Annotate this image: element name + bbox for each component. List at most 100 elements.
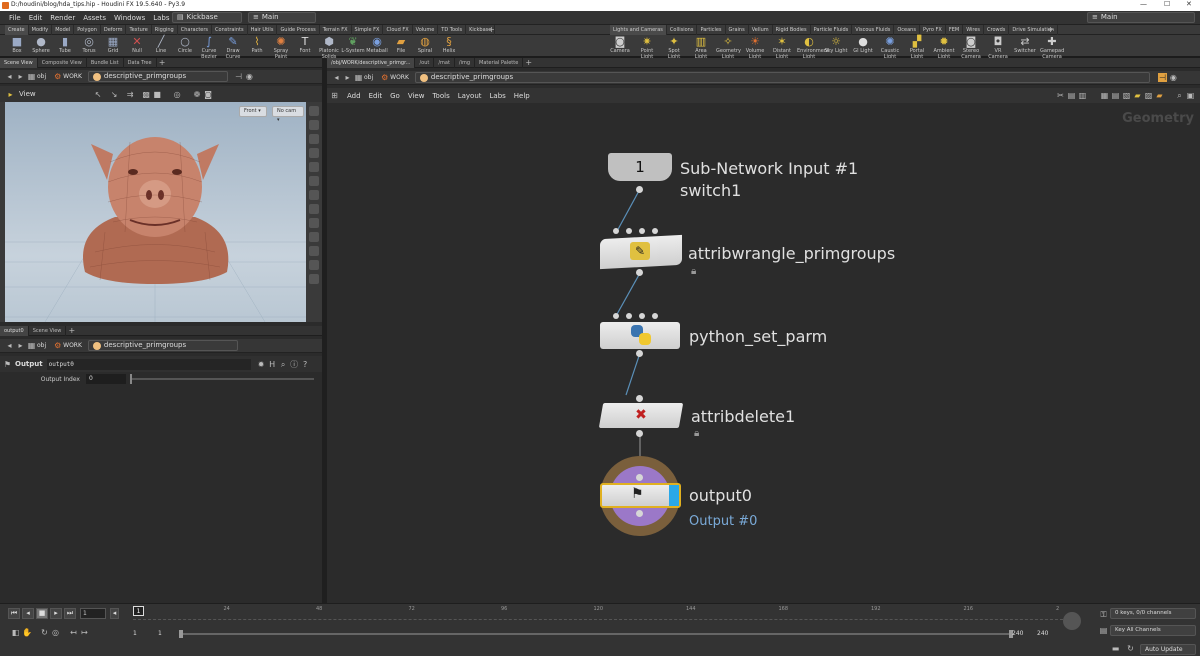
tool-l-system[interactable]: ❦ L-System <box>341 36 365 55</box>
shelf-tab-characters[interactable]: Characters <box>178 25 213 35</box>
menu-file[interactable]: File <box>5 14 25 22</box>
range-icon[interactable]: ↤ <box>69 628 78 637</box>
display-options-icon[interactable]: ▩ <box>142 90 151 99</box>
tool-font[interactable]: T Font <box>293 36 317 55</box>
pin-icon[interactable]: ⊣ <box>1157 73 1167 82</box>
add-shelf-icon[interactable]: + <box>487 25 496 34</box>
jump-start-button[interactable]: ⏮ <box>8 608 20 619</box>
shelf-tab-td-tools[interactable]: TD Tools <box>438 25 467 35</box>
wrangle-output-dot[interactable] <box>636 269 643 276</box>
shelf-tab-simple-fx[interactable]: Simple FX <box>352 25 384 35</box>
realtime-icon[interactable]: ◎ <box>51 628 60 637</box>
options-icon[interactable]: ▣ <box>1186 91 1195 100</box>
shelf-tab-lights-and-cameras[interactable]: Lights and Cameras <box>610 25 667 35</box>
shelf-tab-pyro-fx[interactable]: Pyro FX <box>920 25 946 35</box>
range-handle-start[interactable] <box>179 630 183 638</box>
shelf-set-selector[interactable]: ≡ Main <box>248 12 316 23</box>
grid-view-icon[interactable]: ▦ <box>1100 91 1109 100</box>
shelf-tab-particle-fluids[interactable]: Particle Fluids <box>811 25 853 35</box>
shelf-tab-create[interactable]: Create <box>5 25 29 35</box>
image-icon[interactable]: ▨ <box>1144 91 1153 100</box>
tool-point-light[interactable]: ✷ Point Light <box>635 36 659 61</box>
viewport-menu-icon[interactable]: ▸ <box>6 90 15 99</box>
tool-curve-bezier[interactable]: ∫ Curve Bezier <box>197 36 221 61</box>
step-back-button[interactable]: ◂ <box>22 608 34 619</box>
tool-draw-curve[interactable]: ✎ Draw Curve <box>221 36 245 61</box>
add-tab-icon[interactable]: + <box>67 326 76 335</box>
key-icon[interactable]: ⚿ <box>1099 610 1108 619</box>
pane-tab-data-tree[interactable]: Data Tree <box>124 57 157 68</box>
shelf-tab-cloud-fx[interactable]: Cloud FX <box>383 25 413 35</box>
network-menu-layout[interactable]: Layout <box>454 92 486 100</box>
tool-circle[interactable]: ○ Circle <box>173 36 197 55</box>
network-menu-labs[interactable]: Labs <box>486 92 510 100</box>
forward-arrow-icon[interactable]: ▸ <box>16 341 25 350</box>
network-editor[interactable]: Geometry 1 Sub-Network Input #1 switch1 … <box>327 103 1200 600</box>
shelf-tab-fem[interactable]: FEM <box>946 25 964 35</box>
tool-sky-light[interactable]: ☼ Sky Light <box>824 36 848 55</box>
back-arrow-icon[interactable]: ◂ <box>5 72 14 81</box>
tool-gi-light[interactable]: ● GI Light <box>851 36 875 55</box>
dot-icon[interactable] <box>309 246 319 256</box>
shading-mode-icon[interactable] <box>309 162 319 172</box>
shelf-tab-grains[interactable]: Grains <box>726 25 749 35</box>
tool-platonic-solids[interactable]: ⬢Platonic Solids <box>317 36 341 61</box>
tree-view-icon[interactable]: ▧ <box>1122 91 1131 100</box>
play-button[interactable]: ▸ <box>50 608 62 619</box>
add-shelf-right-icon[interactable]: + <box>1046 25 1055 34</box>
shelf-tab-texture[interactable]: Texture <box>126 25 152 35</box>
pane-tab-obj-work-descriptive-primgr[interactable]: /obj/WORK/descriptive_primgr... <box>327 57 416 68</box>
bg-icon[interactable] <box>309 204 319 214</box>
shelf-tab-particles[interactable]: Particles <box>697 25 726 35</box>
tool-camera[interactable]: ◙ Camera <box>608 36 632 55</box>
menu-render[interactable]: Render <box>46 14 79 22</box>
range-end2-field[interactable]: 240 <box>1037 630 1048 637</box>
layout-icon[interactable]: ▥ <box>1078 91 1087 100</box>
back-arrow-icon[interactable]: ◂ <box>5 341 14 350</box>
menu-edit[interactable]: Edit <box>25 14 47 22</box>
misc-icon[interactable] <box>309 274 319 284</box>
pane-tab-mat[interactable]: /mat <box>434 57 455 68</box>
tool-icon[interactable] <box>309 260 319 270</box>
attribdelete-input-dot[interactable] <box>636 395 643 402</box>
refresh-icon[interactable]: ↻ <box>1126 644 1135 653</box>
tool-switcher[interactable]: ⇄ Switcher <box>1013 36 1037 55</box>
network-menu-edit[interactable]: Edit <box>365 92 387 100</box>
network-menu-view[interactable]: View <box>404 92 429 100</box>
range-end-icon[interactable]: ↦ <box>80 628 89 637</box>
render-region-icon[interactable]: ❁ <box>193 90 202 99</box>
front-view-menu[interactable]: Front ▾ <box>239 106 267 117</box>
network-menu-tools[interactable]: Tools <box>428 92 453 100</box>
path-node-combo[interactable]: descriptive_primgroups <box>87 340 238 351</box>
menu-assets[interactable]: Assets <box>79 14 110 22</box>
wireframe-icon[interactable]: ◎ <box>173 90 182 99</box>
align-icon[interactable]: ▤ <box>1067 91 1076 100</box>
shelf-tab-rigid-bodies[interactable]: Rigid Bodies <box>773 25 811 35</box>
display-toggle-icon[interactable] <box>309 106 319 116</box>
output-input-dot[interactable] <box>636 474 643 481</box>
shelf-tab-polygon[interactable]: Polygon <box>74 25 101 35</box>
audio-dial[interactable] <box>1063 612 1081 630</box>
playhead[interactable]: 1 <box>133 606 144 616</box>
tool-helix[interactable]: § Helix <box>437 36 461 55</box>
current-frame-field[interactable]: 1 <box>80 608 106 619</box>
key-all-channels-button[interactable]: Key All Channels <box>1110 625 1196 636</box>
tool-spiral[interactable]: ◍ Spiral <box>413 36 437 55</box>
step-frame-button[interactable]: ◂ <box>110 608 119 619</box>
ghost-icon[interactable] <box>309 120 319 130</box>
shelf-tab-rigging[interactable]: Rigging <box>152 25 178 35</box>
back-arrow-icon[interactable]: ◂ <box>332 73 341 82</box>
transform-tool-icon[interactable]: ↘ <box>110 90 119 99</box>
chat-icon[interactable]: ▬ <box>1111 644 1120 653</box>
add-tab-icon[interactable]: + <box>158 58 167 67</box>
tool-grid[interactable]: ▦ Grid <box>101 36 125 55</box>
network-menu-add[interactable]: Add <box>343 92 365 100</box>
range-end-field[interactable]: 240 <box>1012 630 1023 637</box>
menu-labs[interactable]: Labs <box>149 14 173 22</box>
sticky-note-icon[interactable]: ▰ <box>1133 91 1142 100</box>
point-icon[interactable] <box>309 176 319 186</box>
pane-tab-output0[interactable]: output0 <box>0 325 29 336</box>
tool-caustic-light[interactable]: ✺ Caustic Light <box>878 36 902 61</box>
tool-line[interactable]: ╱ Line <box>149 36 173 55</box>
tool-volume-light[interactable]: ☀ Volume Light <box>743 36 767 61</box>
